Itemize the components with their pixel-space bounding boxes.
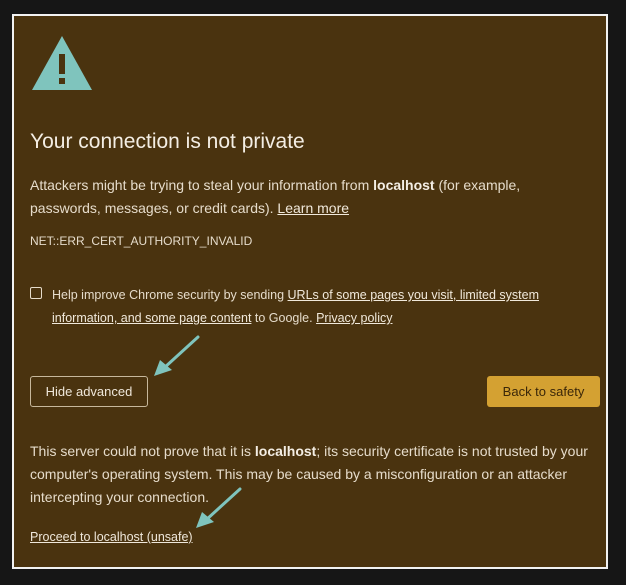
description-host: localhost [373, 177, 435, 193]
main-description: Attackers might be trying to steal your … [30, 174, 590, 220]
help-improve-text: Help improve Chrome security by sending … [52, 284, 592, 330]
description-text: Attackers might be trying to steal your … [30, 177, 374, 193]
hide-advanced-button[interactable]: Hide advanced [30, 376, 148, 407]
interstitial-page: Your connection is not private Attackers… [12, 14, 608, 569]
advanced-details: This server could not prove that it is l… [30, 440, 596, 509]
learn-more-link[interactable]: Learn more [277, 200, 349, 216]
advanced-host: localhost [254, 443, 317, 459]
proceed-unsafe-link[interactable]: Proceed to localhost (unsafe) [30, 530, 193, 544]
page-title: Your connection is not private [30, 130, 305, 153]
annotation-arrow-icon [154, 335, 200, 376]
help-text-middle: to Google. [251, 311, 317, 325]
back-to-safety-button[interactable]: Back to safety [487, 376, 600, 407]
help-text-before: Help improve Chrome security by sending [52, 288, 288, 302]
error-code: NET::ERR_CERT_AUTHORITY_INVALID [30, 234, 253, 248]
warning-triangle-icon [32, 36, 92, 90]
advanced-text-before: This server could not prove that it is [30, 443, 255, 459]
privacy-policy-link[interactable]: Privacy policy [316, 311, 392, 325]
help-improve-checkbox[interactable] [30, 287, 42, 299]
screenshot-frame: Your connection is not private Attackers… [0, 0, 626, 585]
